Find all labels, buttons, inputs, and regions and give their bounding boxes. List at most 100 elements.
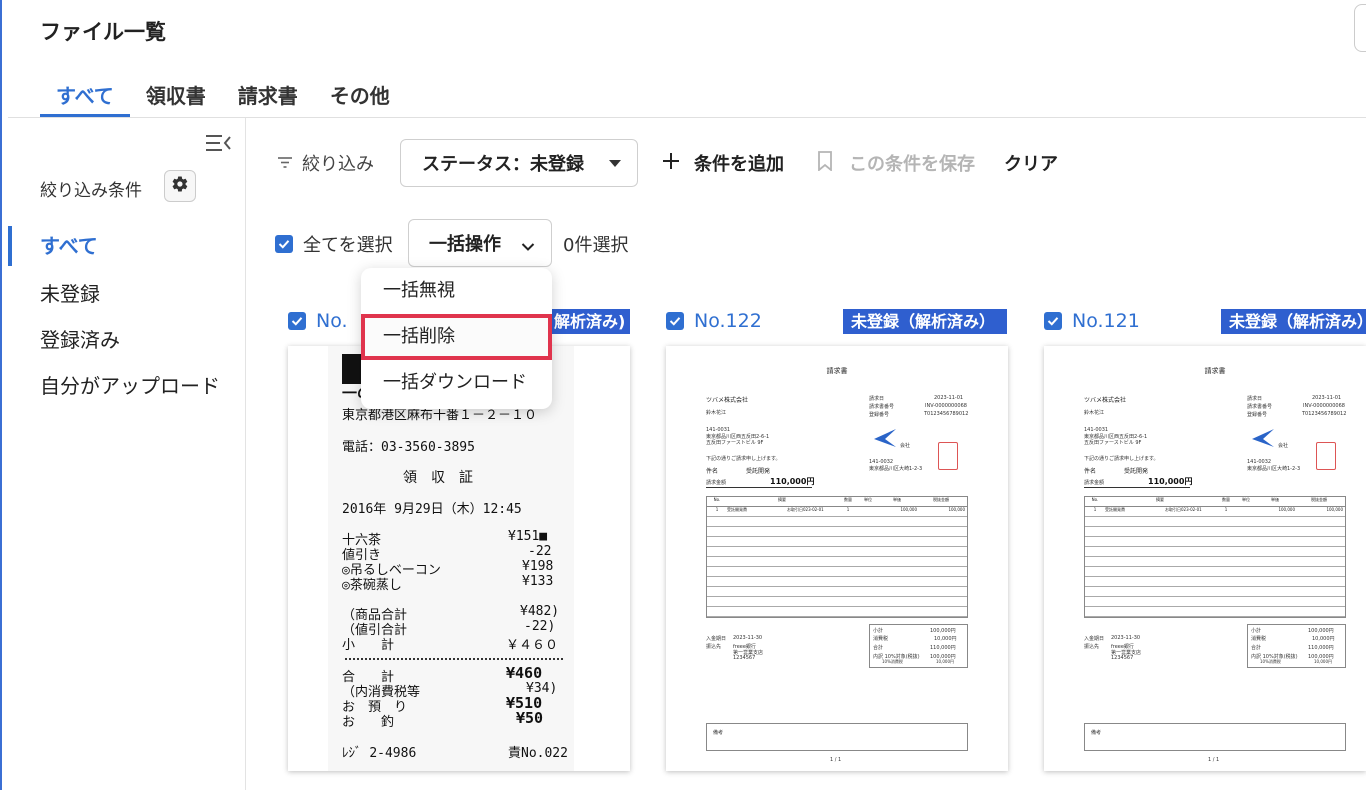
issuer-address: 東京都品川区大崎1-2-3 [869,466,923,472]
card-header: No.121 [1044,310,1140,332]
amount-underline [706,487,812,488]
subtotal-label: 小計 [1251,628,1262,634]
card-number[interactable]: No.121 [1072,310,1140,332]
tax-value: 10,000円 [1312,636,1335,642]
totals-box: 小計 100,000円 消費税 10,000円 合計 110,000円 内訳 1… [1247,624,1346,668]
empty-rows [1085,517,1345,618]
company-seal-icon [1316,442,1336,470]
add-condition-button[interactable]: 条件を追加 [662,150,784,176]
issuer-name: 会社 [1278,443,1289,449]
card-checkbox[interactable] [666,312,684,330]
receipt-staff: 責No.022 [508,746,568,761]
invoice-company: ツバメ株式会社 [706,397,749,404]
col-header: 単位 [864,497,872,502]
cell: 100,000 [900,507,917,512]
menu-item-bulk-ignore[interactable]: 一括無視 [361,268,552,314]
gear-icon [171,175,189,197]
issuer-logo-icon [872,425,898,455]
invoice-subject-label: 件名 [1084,468,1097,475]
card-checkbox[interactable] [1044,312,1062,330]
menu-item-bulk-delete[interactable]: 一括削除 [361,314,552,360]
invoice-subject: 受託開発 [1124,468,1149,475]
selected-count: 0件選択 [563,235,629,256]
card-number[interactable]: No. [316,310,348,332]
top-right-button[interactable] [1354,4,1366,52]
select-all-label: 全てを選択 [303,235,393,256]
save-condition-button[interactable]: この条件を保存 [817,150,975,176]
due-label: 入金期日 [1084,636,1105,642]
remarks-label: 備考 [713,730,724,736]
breakdown2-label: 10%消費税 [1260,659,1281,664]
invoice-amount-label: 請求金額 [706,480,727,486]
col-header: No. [1091,497,1099,502]
total-value: 110,000円 [1308,645,1334,651]
table-row: 1 受託開発費 お取引日023-02-01 1 100,000 100,000 [1085,507,1345,517]
collapse-sidebar-icon[interactable] [206,132,232,154]
card-number[interactable]: No.122 [694,310,762,332]
menu-item-bulk-download[interactable]: 一括ダウンロード [361,360,552,406]
caret-down-icon [609,160,621,167]
col-header: 単価 [893,497,901,502]
tax-label: 消費税 [1251,636,1267,642]
card-checkbox[interactable] [288,312,306,330]
col-header: 単価 [1271,497,1279,502]
invoice-table: No. 摘要 数量 単位 単価 税抜金額 1 受託開発費 お取引日023-02-… [706,496,968,618]
company-seal-icon [938,442,958,470]
clear-button[interactable]: クリア [1004,150,1058,176]
invoice-note: 下記の通りご請求申し上げます。 [706,456,781,462]
sidebar-item-unregistered[interactable]: 未登録 [40,278,100,307]
receipt-title: 領 収 証 [403,470,473,486]
cell: 100,000 [948,507,965,512]
filter-button[interactable]: 絞り込み [276,150,374,176]
filter-conditions-label: 絞り込み条件 [40,181,142,201]
invoice-person: 鈴木花江 [706,410,727,416]
tab-invoices[interactable]: 請求書 [222,82,314,116]
page-number: 1 / 1 [830,757,842,763]
issuer-logo-icon [1250,425,1276,455]
total-label: 合計 [1251,645,1262,651]
invoice-no-label: 請求書番号 [1247,404,1273,410]
invoice-thumbnail[interactable]: 請求書 ツバメ株式会社 鈴木花江 141-0031 東京都品川区西五反田2-6-… [1044,346,1366,771]
bank-account: 1234567 [733,655,756,661]
sidebar-item-all[interactable]: すべて [40,230,98,259]
card-header: No. [288,310,348,332]
filter-settings-button[interactable] [164,170,196,202]
col-header: 税抜金額 [933,497,949,502]
receipt-summary-value: -22) [524,619,556,634]
breakdown2-label: 10%消費税 [882,659,903,664]
cell: 受託開発費 [727,507,747,512]
tab-other[interactable]: その他 [314,82,406,116]
sidebar-item-my-uploads[interactable]: 自分がアップロード [40,370,220,399]
receipt-thumbnail[interactable]: 一の 東京都港区麻布十番１－２－１０ 電話：03-3560-3895 領 収 証… [288,346,630,771]
tax-value: 10,000円 [934,636,957,642]
remarks-box: 備考 [706,723,968,751]
add-condition-label: 条件を追加 [694,154,784,175]
status-filter-dropdown[interactable]: ステータス：未登録 [400,139,638,187]
col-header: 摘要 [1156,497,1164,502]
cell: 1 [715,507,719,512]
receipt-subtotal-value: ￥４６０ [506,638,559,653]
sidebar-item-registered[interactable]: 登録済み [40,324,120,353]
select-all-checkbox[interactable] [275,235,293,253]
amount-underline [1084,487,1190,488]
invoice-title: 請求書 [1204,367,1226,375]
invoice-date-label: 請求日 [869,396,885,402]
invoice-thumbnail[interactable]: 請求書 ツバメ株式会社 鈴木花江 141-0031 東京都品川区西五反田2-6-… [666,346,1008,771]
window-left-edge [0,0,2,790]
chevron-down-icon [521,237,535,256]
select-all[interactable]: 全てを選択 [275,231,393,257]
tax-label: 消費税 [873,636,889,642]
receipt-date: 2016年 9月29日（木）12:45 [342,502,522,517]
empty-rows [707,517,967,618]
invoice-reg-label: 登録番号 [869,412,890,418]
due-label: 入金期日 [706,636,727,642]
breakdown2-value: 10,000円 [1314,659,1332,664]
tab-all[interactable]: すべて [40,82,130,117]
page-title: ファイル一覧 [40,20,166,44]
plus-icon [662,152,680,175]
bulk-action-button[interactable]: 一括操作 [408,219,552,267]
receipt-phone: 電話：03-3560-3895 [342,440,475,455]
tab-receipts[interactable]: 領収書 [130,82,222,116]
status-badge: 未登録（解析済み） [1221,309,1366,334]
receipt-summary-value: ¥482) [520,604,560,619]
